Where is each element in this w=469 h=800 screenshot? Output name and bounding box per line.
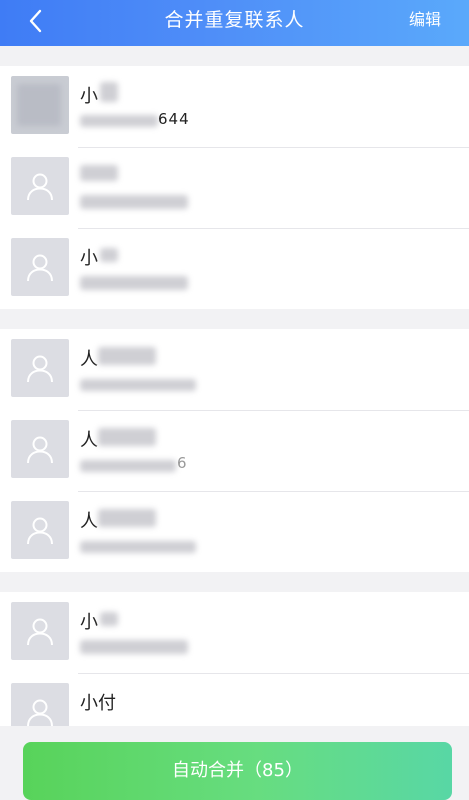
duplicate-group: 小 小付 — [0, 592, 469, 726]
person-icon — [27, 436, 53, 464]
contact-name: 小 — [80, 612, 98, 633]
contact-name: 人 — [80, 511, 98, 532]
nav-bar: 合并重复联系人 编辑 — [0, 0, 469, 46]
person-icon — [27, 173, 53, 201]
contact-name: 小 — [80, 248, 98, 269]
avatar-photo — [11, 76, 69, 134]
person-icon — [27, 517, 53, 545]
person-icon — [27, 355, 53, 383]
contact-row[interactable]: 人 — [0, 491, 469, 572]
avatar — [11, 238, 69, 296]
duplicate-group: 小 644 小 — [0, 66, 469, 309]
avatar — [11, 157, 69, 215]
contact-phone: 644 — [158, 110, 190, 128]
contact-name: 小付 — [80, 693, 116, 714]
avatar — [11, 683, 69, 726]
person-icon — [27, 699, 53, 726]
contact-row[interactable]: 人 — [0, 329, 469, 410]
auto-merge-button[interactable]: 自动合并（85） — [23, 742, 452, 800]
contact-row[interactable]: 小付 — [0, 673, 469, 726]
contact-row[interactable]: 人 6 — [0, 410, 469, 491]
person-icon — [27, 254, 53, 282]
duplicate-contact-list: 小 644 小 人 人 6 人 小 小付 — [0, 46, 469, 726]
person-icon — [27, 618, 53, 646]
avatar — [11, 602, 69, 660]
avatar — [11, 501, 69, 559]
avatar — [11, 420, 69, 478]
contact-phone: 6 — [177, 454, 188, 472]
footer-bar: 自动合并（85） — [0, 726, 469, 800]
contact-name: 人 — [80, 349, 98, 370]
page-title: 合并重复联系人 — [164, 9, 305, 31]
edit-button[interactable]: 编辑 — [409, 0, 441, 46]
contact-row[interactable]: 小 644 — [0, 66, 469, 147]
avatar — [11, 339, 69, 397]
contact-name: 人 — [80, 430, 98, 451]
contact-row[interactable]: 小 — [0, 592, 469, 673]
contact-row[interactable]: 小 — [0, 228, 469, 309]
contact-row[interactable] — [0, 147, 469, 228]
duplicate-group: 人 人 6 人 — [0, 329, 469, 572]
contact-name: 小 — [80, 86, 98, 107]
